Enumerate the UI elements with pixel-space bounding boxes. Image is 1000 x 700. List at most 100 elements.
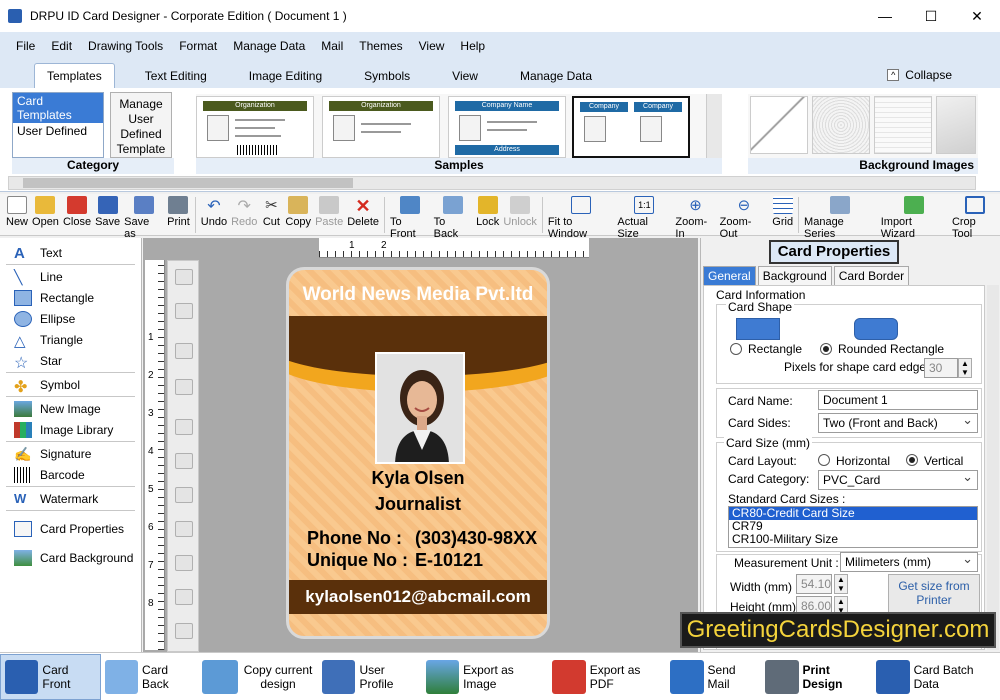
list-item[interactable]: CR100-Military Size xyxy=(729,533,977,546)
standard-sizes-list[interactable]: CR80-Credit Card Size CR79 CR100-Militar… xyxy=(728,506,978,548)
collapse-button[interactable]: ^ Collapse xyxy=(887,68,952,82)
tab-general[interactable]: General xyxy=(703,266,756,286)
import-wizard-button[interactable]: Import Wizard xyxy=(879,194,950,240)
send-backward-icon[interactable] xyxy=(175,303,193,319)
redo-button[interactable]: ↷ Redo xyxy=(229,194,259,228)
menu-themes[interactable]: Themes xyxy=(359,39,402,53)
id-card-front[interactable]: World News Media Pvt.ltd Kyla Olsen Jour… xyxy=(286,267,550,639)
category-list[interactable]: Card Templates User Defined xyxy=(12,92,104,158)
rectangle-shape-preview[interactable] xyxy=(736,318,780,340)
unlock-icon[interactable] xyxy=(175,379,193,395)
menu-view[interactable]: View xyxy=(419,39,445,53)
tool-signature[interactable]: ✍ Signature xyxy=(0,443,141,464)
close-button[interactable]: Close xyxy=(61,194,93,228)
horizontal-radio[interactable] xyxy=(818,454,830,466)
export-as-image-button[interactable]: Export as Image xyxy=(422,654,549,700)
tab-symbols[interactable]: Symbols xyxy=(352,64,422,88)
fit-to-window-button[interactable]: Fit to Window xyxy=(546,194,615,240)
card-batch-data-button[interactable]: Card Batch Data xyxy=(872,654,1000,700)
tab-view[interactable]: View xyxy=(440,64,490,88)
unlock-button[interactable]: Unlock xyxy=(501,194,539,228)
tool-text[interactable]: A Text xyxy=(0,242,141,263)
align-right-icon[interactable] xyxy=(175,453,193,469)
delete-button[interactable]: ✕ Delete xyxy=(345,194,381,228)
menu-manage-data[interactable]: Manage Data xyxy=(233,39,305,53)
tool-line[interactable]: ╲ Line xyxy=(0,266,141,287)
card-front-button[interactable]: Card Front xyxy=(0,653,101,700)
card-sides-select[interactable]: Two (Front and Back) xyxy=(818,412,978,433)
grid-button[interactable]: Grid xyxy=(770,194,795,228)
pixels-spinner[interactable]: ▲ ▼ xyxy=(958,358,972,378)
tool-new-image[interactable]: New Image xyxy=(0,398,141,419)
save-button[interactable]: Save xyxy=(93,194,122,228)
bring-forward-icon[interactable] xyxy=(175,269,193,285)
tool-card-properties[interactable]: Card Properties xyxy=(0,518,141,539)
width-input[interactable]: 54.10 xyxy=(796,574,832,594)
distribute-icon[interactable] xyxy=(175,623,193,639)
samples-scrollbar[interactable] xyxy=(706,94,722,158)
align-middle-icon[interactable] xyxy=(175,589,193,605)
tab-background[interactable]: Background xyxy=(757,266,832,286)
tool-triangle[interactable]: △ Triangle xyxy=(0,329,141,350)
to-back-button[interactable]: To Back xyxy=(432,194,474,240)
background-image-thumb[interactable] xyxy=(812,96,870,154)
close-window-button[interactable]: ✕ xyxy=(954,0,1000,32)
copy-current-design-button[interactable]: Copy current design xyxy=(198,654,318,700)
minimize-button[interactable]: — xyxy=(862,0,908,32)
user-profile-button[interactable]: User Profile xyxy=(318,654,422,700)
copy-button[interactable]: Copy xyxy=(283,194,313,228)
align-left-icon[interactable] xyxy=(175,419,193,435)
width-spinner[interactable]: ▲ ▼ xyxy=(834,574,848,594)
tool-ellipse[interactable]: Ellipse xyxy=(0,308,141,329)
crop-tool-button[interactable]: Crop Tool xyxy=(950,194,1000,240)
tool-barcode[interactable]: Barcode xyxy=(0,464,141,485)
sample-template[interactable]: Company Name Address xyxy=(448,96,566,158)
manage-series-button[interactable]: Manage Series xyxy=(802,194,879,240)
lock-button[interactable]: Lock xyxy=(474,194,501,228)
card-phone-row[interactable]: Phone No : (303)430-98XX xyxy=(307,528,537,549)
tab-image-editing[interactable]: Image Editing xyxy=(237,64,334,88)
background-image-thumb[interactable] xyxy=(874,96,932,154)
tool-rectangle[interactable]: Rectangle xyxy=(0,287,141,308)
menu-mail[interactable]: Mail xyxy=(321,39,343,53)
rounded-rectangle-shape-preview[interactable] xyxy=(854,318,898,340)
card-name-input[interactable]: Document 1 xyxy=(818,390,978,410)
menu-format[interactable]: Format xyxy=(179,39,217,53)
card-back-button[interactable]: Card Back xyxy=(101,654,198,700)
card-email[interactable]: kylaolsen012@abcmail.com xyxy=(289,580,547,614)
rounded-rectangle-radio[interactable] xyxy=(820,343,832,355)
category-card-templates[interactable]: Card Templates xyxy=(13,93,103,123)
tab-card-border[interactable]: Card Border xyxy=(833,266,910,286)
pixels-input[interactable]: 30 xyxy=(924,358,958,378)
align-top-icon[interactable] xyxy=(175,487,193,503)
card-company-name[interactable]: World News Media Pvt.ltd xyxy=(289,284,547,306)
background-image-thumb[interactable] xyxy=(936,96,976,154)
print-design-button[interactable]: Print Design xyxy=(761,654,872,700)
vertical-radio[interactable] xyxy=(906,454,918,466)
cut-button[interactable]: ✂ Cut xyxy=(259,194,283,228)
properties-scrollbar[interactable] xyxy=(987,285,999,650)
card-person-name[interactable]: Kyla Olsen xyxy=(289,468,547,489)
tool-card-background[interactable]: Card Background xyxy=(0,547,141,568)
tool-star[interactable]: ☆ Star xyxy=(0,350,141,372)
paste-button[interactable]: Paste xyxy=(313,194,345,228)
tool-symbol[interactable]: ✤ Symbol xyxy=(0,374,141,396)
maximize-button[interactable]: ☐ xyxy=(908,0,954,32)
background-image-thumb[interactable] xyxy=(750,96,808,154)
send-mail-button[interactable]: Send Mail xyxy=(666,654,761,700)
save-as-button[interactable]: Save as xyxy=(122,194,165,240)
tool-watermark[interactable]: W Watermark xyxy=(0,488,141,509)
menu-edit[interactable]: Edit xyxy=(51,39,72,53)
card-person-role[interactable]: Journalist xyxy=(289,494,547,515)
zoom-out-button[interactable]: ⊖ Zoom-Out xyxy=(718,194,771,240)
design-canvas[interactable]: 1 2 1 2 3 4 5 6 7 8 World News Media Pvt… xyxy=(143,238,698,652)
card-unique-row[interactable]: Unique No : E-10121 xyxy=(307,550,483,571)
ribbon-scrollbar[interactable] xyxy=(8,176,976,190)
menu-drawing-tools[interactable]: Drawing Tools xyxy=(88,39,163,53)
get-size-from-printer-button[interactable]: Get size from Printer xyxy=(888,574,980,614)
new-button[interactable]: New xyxy=(4,194,30,228)
card-photo[interactable] xyxy=(375,352,465,464)
category-user-defined[interactable]: User Defined xyxy=(13,123,103,139)
sample-template[interactable]: Company Name Company Name xyxy=(572,96,690,158)
card-category-select[interactable]: PVC_Card xyxy=(818,469,978,490)
